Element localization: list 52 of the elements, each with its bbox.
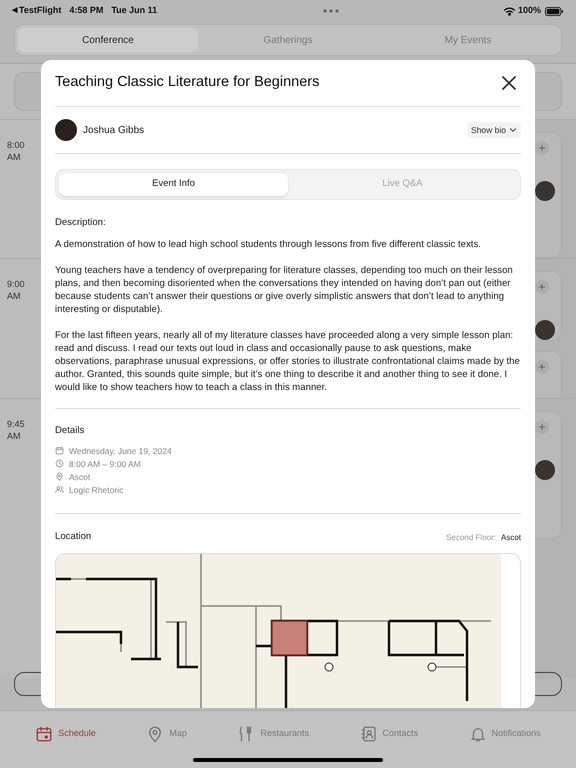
description-label: Description: bbox=[55, 216, 107, 229]
segment-tab[interactable]: Conference bbox=[18, 28, 198, 52]
avatar-placeholder bbox=[535, 181, 555, 201]
map-pin-icon bbox=[55, 472, 64, 482]
description-paragraph: For the last fifteen years, nearly all of my literature classes have proceeded along a very simple lesson plan: read and discuss. I read our texts out loud in class and occasionally pause to ask questions, make observations, paraphrase unusual expressions, or offer stories to illustrate confrontational claims made by the author. Granted, this sounds quite simple, but it’s one thing to describe it and another thing to see it done. I would like to show teachers how to teach a class in this manner. bbox=[55, 329, 521, 394]
contact-book-icon bbox=[360, 725, 378, 743]
time-label: 8:00 AM bbox=[7, 139, 26, 163]
battery-icon bbox=[544, 6, 564, 16]
description-paragraph: A demonstration of how to lead high school students through lessons from five different classic texts. bbox=[55, 238, 482, 251]
status-time: 4:58 PM bbox=[69, 4, 104, 18]
plus-icon[interactable] bbox=[535, 280, 549, 294]
calendar-icon bbox=[35, 725, 54, 743]
detail-text: 8:00 AM – 9:00 AM bbox=[69, 458, 141, 470]
details-heading: Details bbox=[55, 424, 86, 438]
description-paragraph: Young teachers have a tendency of overpreparing for literature classes, depending too much on their lesson plans, and then becoming disoriented when the conversations they intended on having don’t pan out (either because students can’t answer their questions or give overly simplistic answers that don’t lead to anything interesting or disputable). bbox=[55, 264, 514, 316]
show-bio-button[interactable]: Show bio bbox=[467, 122, 521, 138]
close-icon[interactable] bbox=[501, 75, 517, 91]
clock-icon bbox=[55, 459, 64, 468]
speaker-name: Joshua Gibbs bbox=[83, 124, 146, 138]
detail-text: Logic Rhetoric bbox=[69, 484, 124, 496]
status-date: Tue Jun 11 bbox=[111, 4, 158, 18]
wifi-icon bbox=[504, 6, 515, 16]
people-icon bbox=[55, 485, 64, 494]
back-app-label[interactable]: TestFlight bbox=[19, 4, 62, 18]
tab-bar-item[interactable]: Restaurants bbox=[237, 725, 309, 743]
room-name: Ascot bbox=[500, 532, 521, 544]
dialog-tab[interactable]: Live Q&A bbox=[288, 173, 517, 196]
calendar-icon bbox=[55, 446, 64, 456]
detail-text: Ascot bbox=[69, 470, 90, 484]
more-dots-icon bbox=[322, 9, 339, 13]
chevron-down-icon bbox=[509, 126, 517, 134]
plus-icon[interactable] bbox=[535, 360, 549, 374]
time-label: 9:45 AM bbox=[7, 418, 26, 442]
dialog-title: Teaching Classic Literature for Beginners bbox=[55, 73, 320, 92]
segment-tab[interactable]: My Events bbox=[378, 28, 558, 52]
tab-bar-item[interactable]: Contacts bbox=[360, 725, 418, 743]
tab-bar-item[interactable]: Map bbox=[146, 725, 187, 743]
dialog-tab[interactable]: Event Info bbox=[59, 173, 288, 196]
avatar-placeholder bbox=[535, 460, 555, 480]
plus-icon[interactable] bbox=[535, 420, 549, 434]
bell-icon bbox=[468, 725, 487, 743]
tab-bar-item[interactable]: Notifications bbox=[468, 725, 541, 743]
battery-percent: 100% bbox=[518, 4, 541, 18]
avatar-placeholder bbox=[55, 119, 77, 141]
detail-text: Wednesday, June 19, 2024 bbox=[69, 444, 172, 458]
location-heading: Location bbox=[55, 530, 92, 544]
time-label: 9:00 AM bbox=[7, 278, 26, 302]
tab-bar-item[interactable]: Schedule bbox=[35, 725, 96, 743]
segment-tab[interactable]: Gatherings bbox=[198, 28, 378, 52]
avatar-placeholder bbox=[535, 320, 555, 340]
plus-icon[interactable] bbox=[535, 141, 549, 155]
floor-label: Second Floor: bbox=[446, 532, 496, 544]
